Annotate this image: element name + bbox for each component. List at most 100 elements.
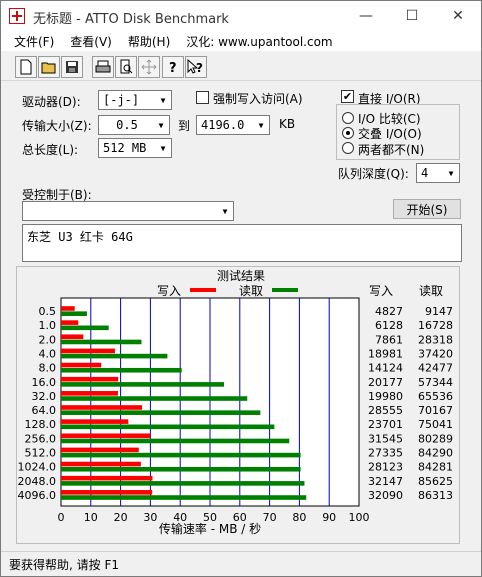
- force-write-checkbox[interactable]: [196, 91, 209, 104]
- read-value: 65536: [418, 390, 453, 403]
- read-bar: [61, 353, 168, 359]
- toolbar: ? ?: [1, 53, 481, 81]
- write-bar: [61, 320, 79, 325]
- write-value: 23701: [368, 418, 403, 431]
- y-tick-label: 8.0: [39, 362, 57, 375]
- total-length-value: 512 MB: [103, 141, 147, 155]
- start-button[interactable]: 开始(S): [393, 199, 461, 219]
- save-icon: [66, 61, 78, 73]
- move-icon: [141, 59, 157, 75]
- overlapped-io-radio[interactable]: [342, 127, 354, 139]
- transfer-unit-label: KB: [279, 117, 296, 131]
- drive-select[interactable]: [-j-] ▼: [98, 90, 172, 110]
- neither-label: 两者都不(N): [358, 143, 425, 157]
- write-value: 20177: [368, 376, 403, 389]
- read-value: 86313: [418, 489, 453, 502]
- x-tick-label: 100: [349, 511, 370, 524]
- read-bar: [61, 367, 182, 373]
- x-tick-label: 10: [84, 511, 98, 524]
- controlled-by-select[interactable]: ▼: [22, 201, 234, 221]
- transfer-size-label: 传输大小(Z):: [22, 119, 92, 133]
- maximize-button[interactable]: ☐: [389, 1, 435, 31]
- drive-value: [-j-]: [103, 93, 140, 107]
- direct-io-checkbox[interactable]: ✔: [341, 90, 354, 103]
- new-button[interactable]: [15, 56, 37, 78]
- transfer-to-value: 4196.0: [201, 118, 245, 132]
- total-length-label: 总长度(L):: [22, 143, 79, 157]
- write-value: 4827: [375, 305, 403, 318]
- menu-file[interactable]: 文件(F): [8, 31, 60, 51]
- close-button[interactable]: ✕: [435, 1, 481, 31]
- y-tick-label: 4096.0: [18, 489, 57, 502]
- app-window: 无标题 - ATTO Disk Benchmark — ☐ ✕ 文件(F) 查看…: [0, 0, 482, 577]
- legend-write-label: 写入: [157, 284, 181, 298]
- transfer-to-label: 到: [178, 119, 191, 133]
- y-tick-label: 4.0: [39, 348, 57, 361]
- write-bar: [61, 433, 151, 439]
- write-bar: [61, 419, 129, 424]
- write-value: 32147: [368, 475, 403, 488]
- context-help-button[interactable]: ?: [185, 56, 207, 78]
- y-tick-label: 0.5: [39, 305, 57, 318]
- read-bar: [61, 382, 225, 387]
- queue-depth-value: 4: [421, 166, 429, 180]
- title-bar[interactable]: 无标题 - ATTO Disk Benchmark — ☐ ✕: [1, 1, 481, 31]
- x-tick-label: 20: [114, 511, 128, 524]
- chevron-down-icon: ▼: [158, 120, 164, 130]
- read-value: 84290: [418, 447, 453, 460]
- write-bar: [61, 447, 139, 453]
- print-preview-button[interactable]: [115, 56, 137, 78]
- x-tick-label: 80: [292, 511, 306, 524]
- write-bar: [61, 391, 118, 396]
- write-bar: [61, 306, 75, 311]
- transfer-to-select[interactable]: 4196.0 ▼: [196, 115, 270, 135]
- open-button[interactable]: [38, 56, 60, 78]
- new-icon: [20, 59, 32, 75]
- chevron-down-icon: ▼: [160, 95, 166, 105]
- app-icon: [9, 8, 25, 24]
- transfer-from-select[interactable]: 0.5 ▼: [98, 115, 170, 135]
- read-bar: [61, 481, 305, 486]
- write-bar: [61, 475, 153, 481]
- read-value: 42477: [418, 362, 453, 375]
- print-button[interactable]: [92, 56, 114, 78]
- x-tick-label: 0: [58, 511, 65, 524]
- write-value: 27335: [368, 447, 403, 460]
- write-value: 28123: [368, 461, 403, 474]
- print-icon: [95, 60, 111, 73]
- x-tick-label: 90: [322, 511, 336, 524]
- help-button[interactable]: ?: [162, 56, 184, 78]
- x-tick-label: 30: [143, 511, 157, 524]
- y-tick-label: 512.0: [25, 447, 57, 460]
- write-bar: [61, 348, 115, 354]
- window-title: 无标题 - ATTO Disk Benchmark: [33, 12, 229, 27]
- io-compare-radio[interactable]: [342, 112, 354, 124]
- read-bar: [61, 410, 261, 415]
- context-help-icon: ?: [187, 59, 203, 75]
- force-write-label: 强制写入访问(A): [213, 92, 303, 106]
- y-tick-label: 1.0: [39, 319, 57, 332]
- y-tick-label: 2048.0: [18, 475, 57, 488]
- neither-radio[interactable]: [342, 142, 354, 154]
- drive-label: 驱动器(D):: [22, 95, 81, 109]
- save-button[interactable]: [61, 56, 83, 78]
- total-length-select[interactable]: 512 MB ▼: [98, 138, 172, 158]
- menu-bar: 文件(F) 查看(V) 帮助(H) 汉化: www.upantool.com: [1, 31, 481, 51]
- read-bar: [61, 396, 248, 401]
- write-value: 6128: [375, 319, 403, 332]
- menu-view[interactable]: 查看(V): [64, 31, 118, 51]
- queue-depth-select[interactable]: 4 ▼: [416, 163, 460, 183]
- minimize-button[interactable]: —: [343, 1, 389, 31]
- read-value: 84281: [418, 461, 453, 474]
- menu-help[interactable]: 帮助(H): [122, 31, 176, 51]
- read-bar: [61, 438, 290, 444]
- read-value: 70167: [418, 404, 453, 417]
- legend-read-label: 读取: [239, 284, 263, 298]
- write-value: 7861: [375, 333, 403, 346]
- read-bar: [61, 325, 109, 331]
- read-bar: [61, 339, 142, 345]
- x-axis-label: 传输速率 - MB / 秒: [159, 521, 261, 536]
- description-textarea[interactable]: 东芝 U3 红卡 64G: [22, 224, 462, 262]
- move-button[interactable]: [138, 56, 160, 78]
- help-icon: ?: [169, 61, 177, 75]
